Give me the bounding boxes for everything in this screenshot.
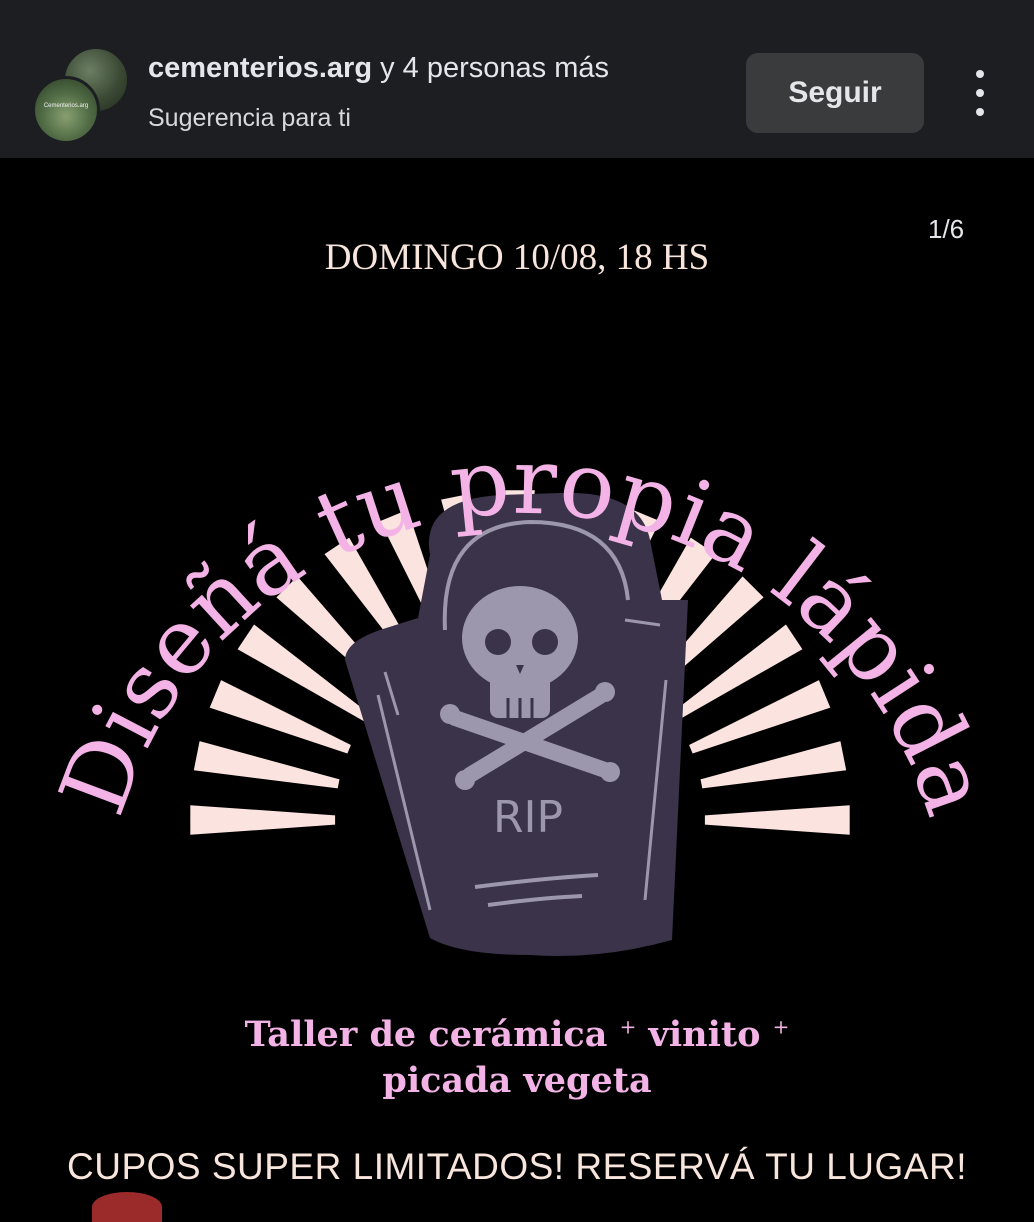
- workshop-item-ceramics: Taller de cerámica: [244, 1014, 608, 1055]
- account-name[interactable]: cementerios.arg: [148, 52, 372, 84]
- avatar[interactable]: Cementerios.arg: [32, 76, 100, 144]
- sunburst-ray: [193, 741, 340, 789]
- post-author[interactable]: cementerios.arg y 4 personas más: [148, 52, 609, 85]
- more-vertical-icon[interactable]: [962, 70, 998, 116]
- tombstone-text: RIP: [493, 792, 563, 843]
- sunburst-ray: [190, 805, 336, 835]
- suggestion-label: Sugerencia para ti: [148, 104, 351, 132]
- workshop-line-2: picada vegeta: [382, 1060, 652, 1101]
- tombstone-icon: [345, 492, 688, 956]
- avatar-label: Cementerios.arg: [43, 103, 89, 109]
- sunburst-ray: [704, 805, 850, 835]
- workshop-item-wine: vinito: [648, 1014, 761, 1055]
- follow-button[interactable]: Seguir: [746, 53, 924, 133]
- plus-sign: +: [772, 1014, 790, 1039]
- title-suffix: y 4 personas más: [372, 52, 609, 84]
- call-to-action: CUPOS SUPER LIMITADOS! RESERVÁ TU LUGAR!: [67, 1146, 967, 1187]
- post-header: Cementerios.arg cementerios.arg y 4 pers…: [0, 0, 1034, 158]
- poster-illustration: RIP Diseñá tu propia lápida: [39, 428, 1011, 956]
- plus-sign: +: [619, 1014, 637, 1039]
- workshop-line-1: Taller de cerámica + vinito +: [0, 1014, 1034, 1055]
- sunburst-ray: [700, 741, 847, 789]
- event-date: DOMINGO 10/08, 18 HS: [324, 237, 710, 278]
- avatar[interactable]: [92, 1192, 162, 1222]
